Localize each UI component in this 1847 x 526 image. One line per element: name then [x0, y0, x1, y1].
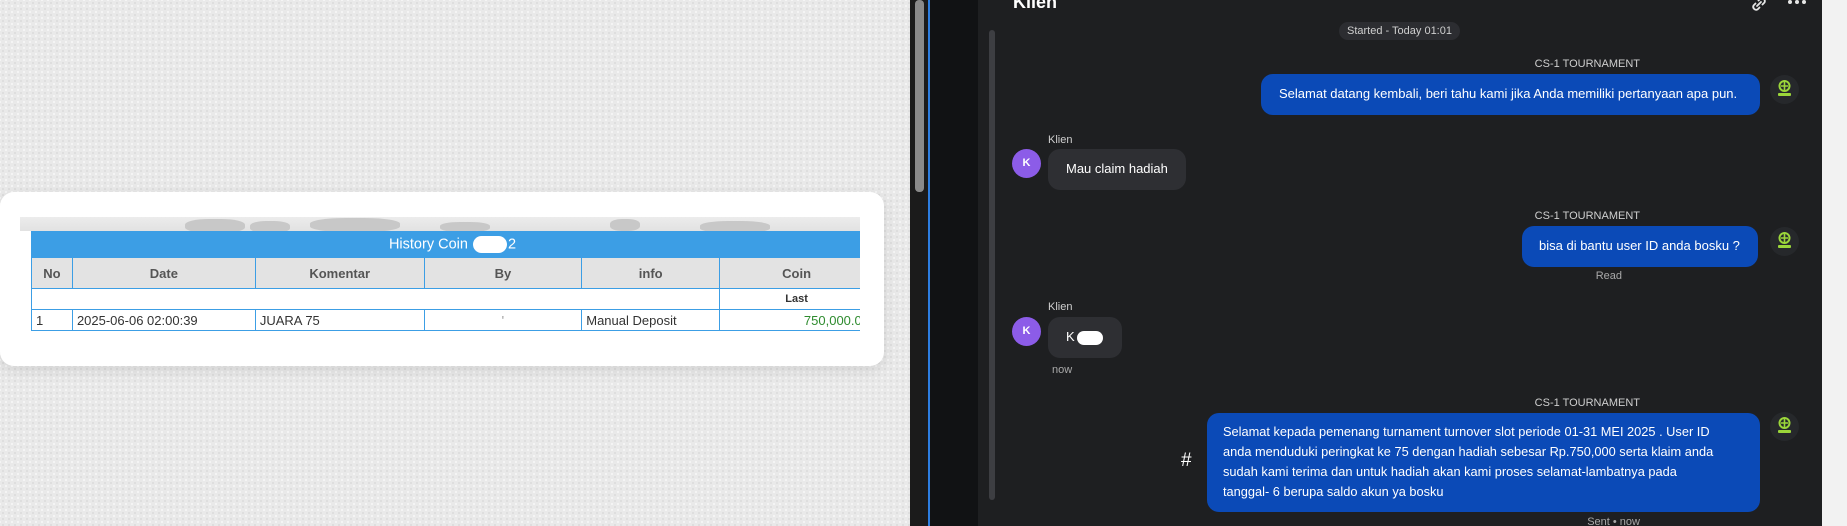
brand-logo-icon — [1778, 80, 1791, 96]
chat-title: Klien — [1013, 0, 1058, 12]
hash-icon[interactable]: # — [1181, 450, 1192, 472]
read-receipt: Read — [1595, 270, 1622, 282]
column-header-date: Date — [71, 257, 256, 289]
message-line: tanggal- 6 berupa saldo akun ya bosku — [1223, 484, 1444, 499]
column-header-info: info — [581, 257, 721, 289]
row-coin: 750,000.00 — [719, 309, 860, 331]
chat-header: Klien — [978, 0, 1819, 18]
last-row: Last — [31, 288, 860, 310]
agent-message-bubble: Selamat datang kembali, beri tahu kami j… — [1261, 74, 1760, 115]
column-header-by: By — [423, 257, 583, 289]
brand-avatar — [1770, 412, 1799, 441]
client-message-bubble: Mau claim hadiah — [1048, 149, 1186, 190]
client-message-bubble: K — [1048, 317, 1122, 358]
chat-panel: Klien Started - Today 01:01 CS-1 TOURNAM… — [978, 0, 1819, 526]
panel-gutter — [930, 0, 978, 526]
history-title-suffix: 2 — [507, 236, 517, 253]
redacted-username — [472, 236, 507, 253]
row-no: 1 — [31, 309, 73, 331]
column-header-komentar: Komentar — [254, 257, 425, 289]
row-date: 2025-06-06 02:00:39 — [71, 309, 256, 331]
brand-logo-icon — [1778, 417, 1791, 433]
page-scrollbar-track[interactable] — [1819, 0, 1847, 526]
more-options-icon[interactable] — [1786, 0, 1808, 10]
column-header-coin: Coin — [719, 257, 860, 289]
message-line: Selamat kepada pemenang turnament turnov… — [1223, 424, 1710, 439]
row-by: ' — [423, 309, 583, 331]
chat-scrollbar[interactable] — [989, 30, 995, 500]
history-table-title: History Coin 2 — [31, 231, 860, 258]
row-info: Manual Deposit — [581, 309, 721, 331]
last-row-empty — [31, 288, 721, 310]
brand-avatar — [1770, 227, 1799, 256]
agent-message-bubble: bisa di bantu user ID anda bosku ? — [1522, 226, 1758, 267]
table-row: 1 2025-06-06 02:00:39 JUARA 75 ' Manual … — [31, 309, 860, 331]
client-avatar: K — [1012, 317, 1041, 346]
sender-name: CS-1 TOURNAMENT — [1534, 58, 1640, 70]
sender-name: Klien — [1048, 134, 1073, 146]
client-message-text: K — [1066, 329, 1075, 344]
sender-name: CS-1 TOURNAMENT — [1534, 397, 1640, 409]
history-coin-card: History Coin 2 No Date Komentar By info … — [0, 192, 884, 366]
history-title-prefix: History Coin — [388, 236, 468, 253]
world-map-banner — [20, 217, 860, 231]
redacted-user-id — [1076, 330, 1103, 345]
message-time: now — [1052, 364, 1073, 376]
session-started-label: Started - Today 01:01 — [1339, 22, 1460, 40]
brand-logo-icon — [1778, 232, 1791, 248]
sender-name: CS-1 TOURNAMENT — [1534, 210, 1640, 222]
last-label: Last — [719, 288, 860, 310]
link-icon[interactable] — [1749, 0, 1769, 14]
background-page: History Coin 2 No Date Komentar By info … — [0, 0, 910, 526]
sent-status: Sent • now — [1587, 516, 1640, 526]
client-avatar: K — [1012, 149, 1041, 178]
column-header-no: No — [31, 257, 73, 289]
brand-avatar — [1770, 75, 1799, 104]
sender-name: Klien — [1048, 301, 1073, 313]
message-line: anda menduduki peringkat ke 75 dengan ha… — [1223, 444, 1714, 459]
message-line: sudah kami terima dan untuk hadiah akan … — [1223, 464, 1677, 479]
agent-message-bubble: Selamat kepada pemenang turnament turnov… — [1207, 413, 1760, 512]
row-komentar: JUARA 75 — [254, 309, 425, 331]
scrollbar-thumb[interactable] — [915, 0, 924, 192]
page-scrollbar-edge — [1819, 0, 1822, 526]
history-table-container[interactable]: History Coin 2 No Date Komentar By info … — [31, 231, 860, 331]
history-coin-table: History Coin 2 No Date Komentar By info … — [31, 231, 860, 331]
